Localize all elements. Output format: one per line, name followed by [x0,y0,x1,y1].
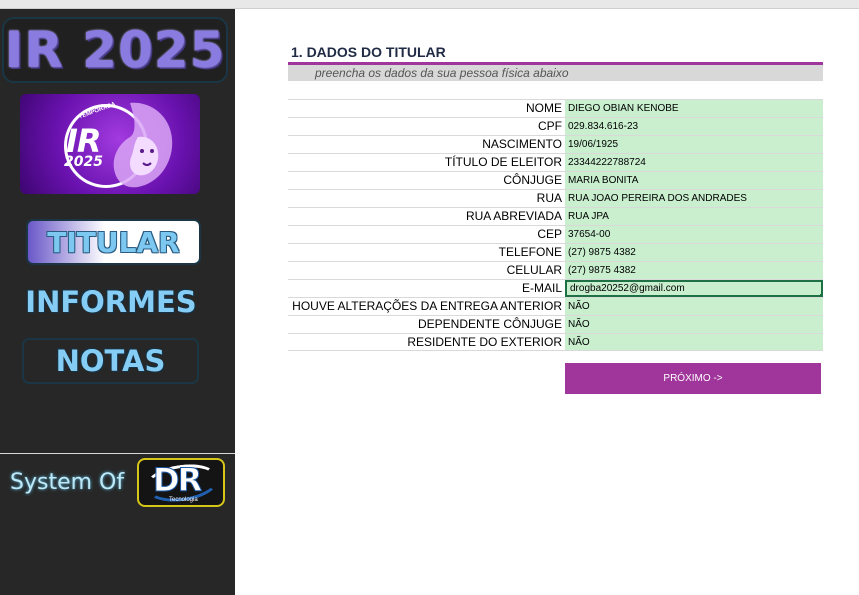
badge-year-text: 2025 [64,154,103,170]
cep-field[interactable]: 37654-00 [565,226,823,243]
field-label: E-MAIL [521,281,562,295]
residente-exterior-field[interactable]: NÃO [565,334,823,350]
cpf-field[interactable]: 029.834.616-23 [565,118,823,135]
field-label: HOUVE ALTERAÇÕES DA ENTREGA ANTERIOR [292,299,562,313]
next-button[interactable]: PRÓXIMO -> [565,363,821,394]
logo-sub-text: Tecnologia [169,497,198,503]
celular-field[interactable]: (27) 9875 4382 [565,262,823,279]
field-label: RUA [536,191,562,205]
sidebar-divider [0,453,235,454]
field-row-cep: CEP 37654-00 [288,225,823,243]
telefone-field[interactable]: (27) 9875 4382 [565,244,823,261]
field-label: CÔNJUGE [503,173,562,187]
nav-informes-button[interactable]: INFORMES [22,279,200,325]
nav-titular-button[interactable]: TITULAR [26,219,201,265]
nascimento-field[interactable]: 19/06/1925 [565,136,823,153]
field-label: CPF [538,119,562,133]
field-row-conjuge: CÔNJUGE MARIA BONITA [288,171,823,189]
footer-system-of-text: System Of [10,470,125,495]
field-label: TÍTULO DE ELEITOR [444,155,562,169]
field-row-titulo-eleitor: TÍTULO DE ELEITOR 23344222788724 [288,153,823,171]
section-subtitle: preencha os dados da sua pessoa física a… [288,65,823,81]
titular-form: NOME DIEGO OBIAN KENOBE CPF 029.834.616-… [288,99,823,351]
window-top-strip [0,0,859,9]
alteracoes-field[interactable]: NÃO [565,298,823,315]
section-title: 1. DADOS DO TITULAR [291,44,446,60]
field-row-rua-abreviada: RUA ABREVIADA RUA JPA [288,207,823,225]
field-row-alteracoes: HOUVE ALTERAÇÕES DA ENTREGA ANTERIOR NÃO [288,297,823,315]
field-row-residente-exterior: RESIDENTE DO EXTERIOR NÃO [288,333,823,351]
dr-tecnologia-logo: DR Tecnologia [137,458,225,507]
rua-field[interactable]: RUA JOAO PEREIRA DOS ANDRADES [565,190,823,207]
field-row-email: E-MAIL drogba20252@gmail.com [288,279,823,297]
app-title-logo: IR 2025 [2,17,228,83]
field-label: CELULAR [506,263,562,277]
rua-abreviada-field[interactable]: RUA JPA [565,208,823,225]
field-row-dependente-conjuge: DEPENDENTE CÔNJUGE NÃO [288,315,823,333]
email-field[interactable]: drogba20252@gmail.com [565,280,823,297]
dependente-conjuge-field[interactable]: NÃO [565,316,823,333]
nome-field[interactable]: DIEGO OBIAN KENOBE [565,100,823,117]
field-row-rua: RUA RUA JOAO PEREIRA DOS ANDRADES [288,189,823,207]
field-row-cpf: CPF 029.834.616-23 [288,117,823,135]
conjuge-field[interactable]: MARIA BONITA [565,172,823,189]
field-label: RESIDENTE DO EXTERIOR [407,335,562,349]
field-label: CEP [537,227,562,241]
field-label: NASCIMENTO [482,137,562,151]
field-row-nome: NOME DIEGO OBIAN KENOBE [288,99,823,117]
field-label: TELEFONE [498,245,562,259]
field-label: RUA ABREVIADA [465,209,562,223]
field-label: NOME [526,101,562,115]
logo-dr-text: DR [152,461,202,500]
titulo-eleitor-field[interactable]: 23344222788724 [565,154,823,171]
field-label: DEPENDENTE CÔNJUGE [417,317,562,331]
ir-2025-badge: TEMPORADA IR 2025 [20,94,200,194]
nav-notas-button[interactable]: NOTAS [22,338,199,384]
sidebar: IR 2025 TEMPORADA IR 2025 TITULAR INFORM… [0,9,235,595]
field-row-telefone: TELEFONE (27) 9875 4382 [288,243,823,261]
field-row-celular: CELULAR (27) 9875 4382 [288,261,823,279]
field-row-nascimento: NASCIMENTO 19/06/1925 [288,135,823,153]
